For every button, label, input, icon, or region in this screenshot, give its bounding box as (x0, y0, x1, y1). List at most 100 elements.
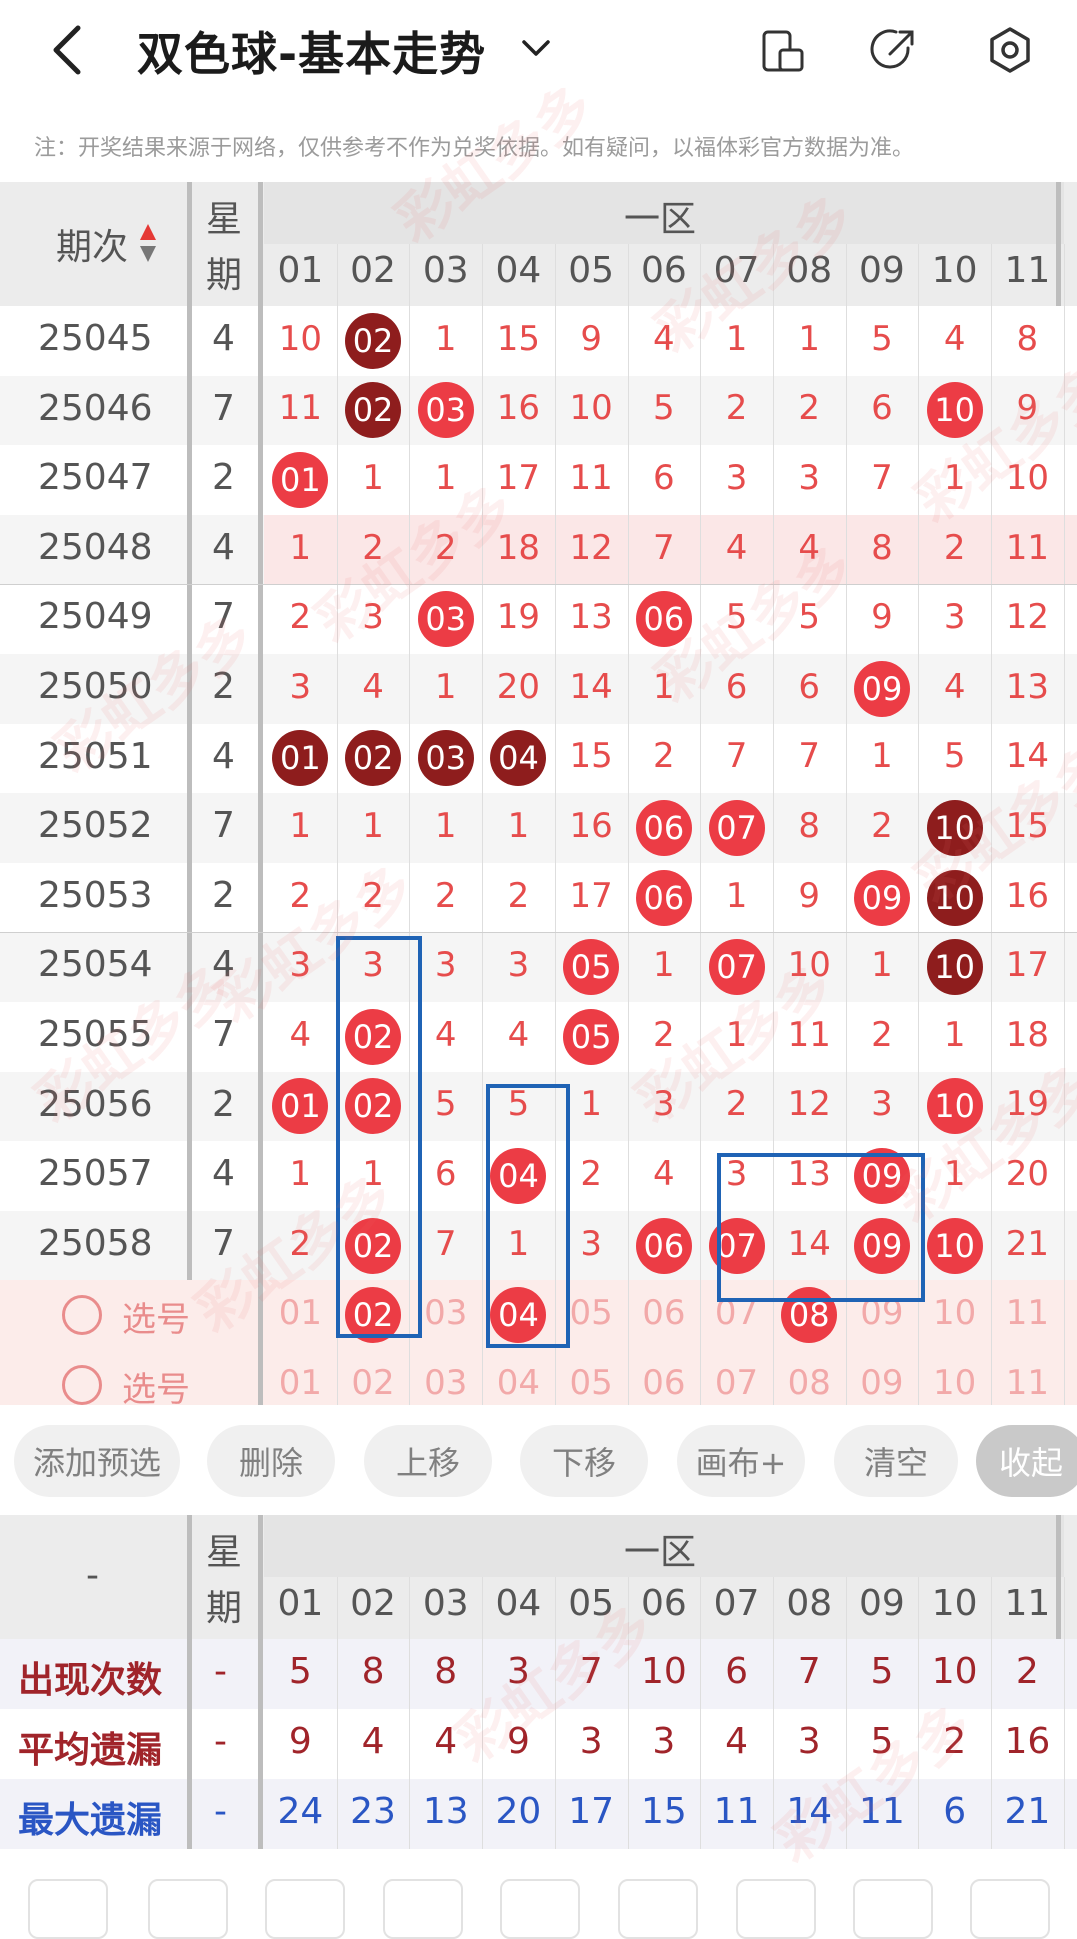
period-header[interactable]: 期次 (56, 218, 128, 270)
miss-count: 3 (871, 1084, 893, 1125)
period-cell: 25050 (38, 666, 153, 707)
preselect-button-3[interactable]: 下移 (520, 1425, 648, 1497)
back-icon[interactable] (48, 22, 88, 78)
miss-count: 1 (871, 945, 893, 986)
preselect-button-5[interactable]: 清空 (834, 1425, 958, 1497)
miss-count: 15 (569, 736, 613, 777)
stat-week: - (214, 1721, 227, 1762)
stat-value: 4 (725, 1721, 748, 1762)
pick-number[interactable]: 04 (482, 1363, 554, 1403)
app-header: 双色球-基本走势 (0, 0, 1077, 100)
circle-tool-icon[interactable] (500, 1879, 580, 1939)
pick-number[interactable]: 11 (991, 1363, 1063, 1403)
text-tool-icon[interactable] (618, 1879, 698, 1939)
pick-label[interactable]: 选号 (122, 1362, 190, 1411)
pick-number[interactable]: 02 (337, 1363, 409, 1403)
draw-ball: 01 (272, 452, 329, 508)
miss-count: 17 (496, 458, 541, 498)
miss-count: 2 (362, 875, 384, 916)
period-cell: 25056 (38, 1083, 153, 1125)
draw-ball: 05 (563, 1008, 620, 1065)
miss-count: 2 (725, 1084, 748, 1125)
pick-number[interactable]: 07 (701, 1363, 773, 1403)
eraser-tool-icon[interactable] (853, 1879, 933, 1939)
preselect-button-6[interactable]: 收起 (976, 1425, 1077, 1497)
stats-table: - 星期 一区 01 02 03 04 05 06 07 08 09 10 11 出现次数 - 5 8 8 3 7 10 6… (0, 1515, 1077, 1855)
miss-count: 4 (507, 1014, 530, 1055)
column-header: 09 (859, 1583, 905, 1624)
pick-number[interactable]: 03 (410, 1363, 482, 1403)
miss-count: 1 (289, 527, 312, 568)
miss-count: 3 (725, 458, 748, 498)
pick-label[interactable]: 选号 (122, 1292, 190, 1341)
preselect-button-0[interactable]: 添加预选 (14, 1425, 180, 1497)
miss-count: 21 (1005, 1223, 1049, 1264)
pick-number[interactable]: 11 (991, 1293, 1063, 1333)
annotation-box (336, 936, 422, 1338)
miss-count: 1 (362, 458, 384, 498)
preselect-button-1[interactable]: 删除 (207, 1425, 335, 1497)
column-header: 01 (277, 1583, 324, 1624)
period-cell: 25052 (38, 805, 153, 847)
column-header: 01 (277, 250, 324, 291)
miss-count: 8 (798, 806, 821, 846)
rect-tool-icon[interactable] (383, 1879, 463, 1939)
period-cell: 25051 (38, 735, 153, 777)
stat-label: 最大遗漏 (18, 1800, 163, 1841)
zone-header: 一区 (623, 1532, 696, 1573)
pick-number[interactable]: 05 (555, 1363, 627, 1403)
column-header: 10 (931, 1583, 978, 1624)
miss-count: 2 (434, 875, 457, 916)
miss-count: 4 (725, 527, 748, 568)
pen-tool-icon[interactable] (970, 1879, 1050, 1939)
pick-number[interactable]: 01 (264, 1363, 336, 1403)
pick-number[interactable]: 01 (264, 1293, 336, 1333)
column-header: 11 (1004, 250, 1051, 291)
miss-count: 3 (653, 1084, 675, 1125)
arrow-tool-icon[interactable] (28, 1879, 108, 1939)
chevron-down-icon[interactable] (518, 30, 554, 66)
settings-icon[interactable] (986, 26, 1034, 74)
share-icon[interactable] (870, 26, 918, 74)
miss-count: 2 (434, 527, 457, 568)
stat-value: 15 (640, 1791, 687, 1832)
week-cell: 2 (212, 457, 235, 499)
pick-radio[interactable] (62, 1365, 102, 1405)
stat-value: 3 (506, 1651, 530, 1692)
pick-number[interactable]: 10 (919, 1363, 991, 1403)
pick-number[interactable]: 06 (628, 1293, 700, 1333)
column-header: 02 (350, 1583, 396, 1624)
miss-count: 13 (1005, 666, 1049, 707)
divider (187, 1515, 192, 1849)
preselect-button-2[interactable]: 上移 (364, 1425, 492, 1497)
column-header: 06 (640, 1583, 687, 1624)
miss-count: 1 (507, 806, 530, 846)
draw-ball: 10 (926, 869, 983, 926)
phone-layout-icon[interactable] (758, 28, 806, 74)
period-cell: 25046 (38, 387, 153, 429)
miss-count: 4 (362, 666, 384, 707)
miss-count: 1 (289, 1154, 312, 1194)
miss-count: 4 (943, 666, 966, 707)
miss-count: 1 (943, 1154, 966, 1194)
line-tool-icon[interactable] (148, 1879, 228, 1939)
sort-icon[interactable] (138, 222, 158, 266)
miss-count: 1 (725, 318, 748, 359)
undo-tool-icon[interactable] (736, 1879, 816, 1939)
column-header: 05 (568, 1583, 615, 1624)
draw-ball: 06 (635, 869, 692, 926)
zone-header: 一区 (623, 199, 696, 240)
column-header: 08 (786, 250, 833, 291)
draw-ball: 06 (635, 1217, 692, 1274)
week-header-2: 期 (206, 255, 243, 296)
pick-number[interactable]: 06 (628, 1363, 700, 1403)
pick-number[interactable]: 10 (919, 1293, 991, 1333)
column-header: 08 (786, 1583, 833, 1624)
column-header: 07 (713, 250, 760, 291)
page-title[interactable]: 双色球-基本走势 (137, 18, 486, 84)
pick-number[interactable]: 09 (846, 1363, 918, 1403)
curve-tool-icon[interactable] (265, 1879, 345, 1939)
pick-number[interactable]: 08 (773, 1363, 845, 1403)
divider (187, 182, 192, 1281)
preselect-button-4[interactable]: 画布+ (677, 1425, 805, 1497)
